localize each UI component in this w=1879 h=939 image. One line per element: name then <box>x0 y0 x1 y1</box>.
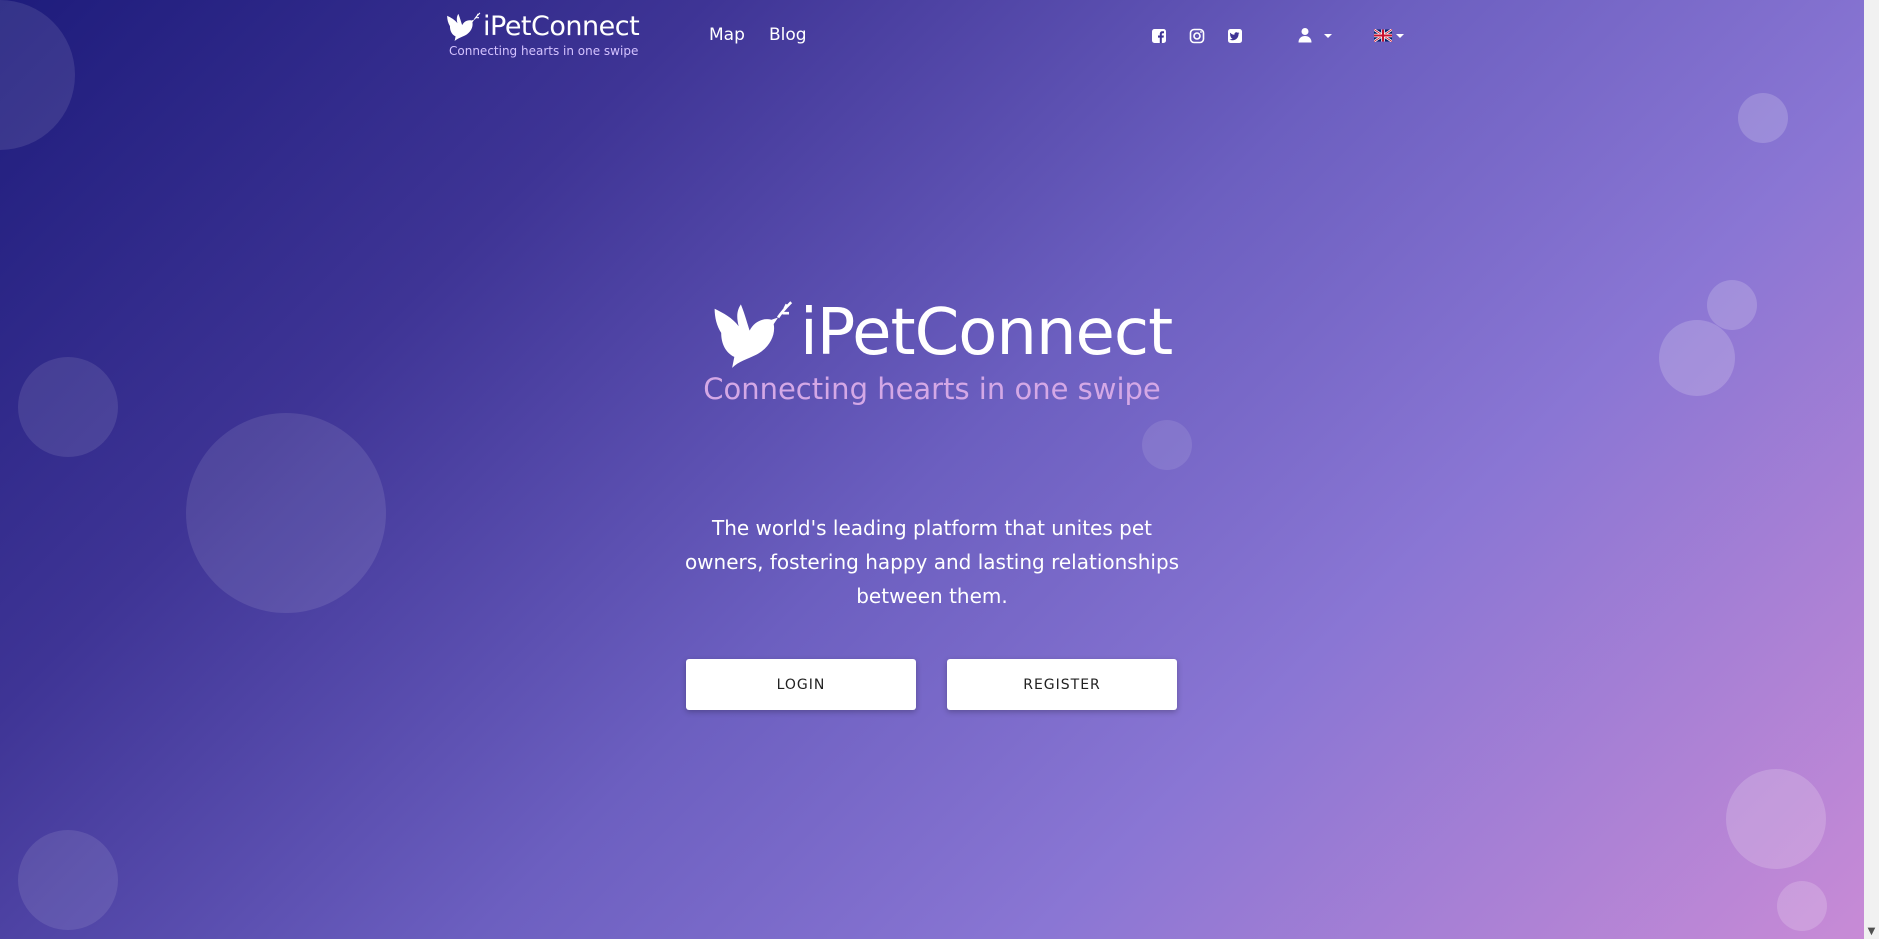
brand-home-link[interactable]: iPetConnect Connecting hearts in one swi… <box>445 10 645 60</box>
nav-link-map[interactable]: Map <box>709 25 745 45</box>
scrollbar-thumb[interactable] <box>1866 643 1877 923</box>
decorative-bubble <box>186 413 386 613</box>
navbar: iPetConnect Connecting hearts in one swi… <box>0 0 1864 70</box>
hero-tagline: Connecting hearts in one swipe <box>703 372 1161 406</box>
page-scrollbar[interactable]: ▼ <box>1864 0 1879 939</box>
landing-page: iPetConnect Connecting hearts in one swi… <box>0 0 1879 939</box>
facebook-icon <box>1152 29 1166 43</box>
brand-name: iPetConnect <box>483 11 640 42</box>
user-icon <box>1298 28 1312 43</box>
language-selector[interactable] <box>1372 27 1406 45</box>
decorative-bubble <box>1777 881 1827 931</box>
dove-icon <box>714 301 793 368</box>
instagram-icon <box>1189 28 1205 44</box>
register-button[interactable]: REGISTER <box>947 659 1177 710</box>
decorative-bubble <box>1142 420 1192 470</box>
decorative-bubble <box>18 830 118 930</box>
user-menu-dropdown[interactable] <box>1296 26 1336 46</box>
decorative-bubble <box>1738 93 1788 143</box>
login-button[interactable]: LOGIN <box>686 659 916 710</box>
hero-description: The world's leading platform that unites… <box>684 516 1180 608</box>
hero-title: iPetConnect <box>800 296 1173 370</box>
twitter-icon <box>1228 29 1242 43</box>
brand-tagline: Connecting hearts in one swipe <box>449 44 639 58</box>
uk-flag-icon <box>1374 29 1392 42</box>
decorative-bubble <box>1726 769 1826 869</box>
scroll-down-arrow-icon[interactable]: ▼ <box>1864 924 1879 939</box>
decorative-bubble <box>1707 280 1757 330</box>
dove-icon <box>447 12 481 42</box>
chevron-down-icon <box>1324 34 1332 38</box>
nav-link-blog[interactable]: Blog <box>769 25 807 45</box>
chevron-down-icon <box>1396 34 1404 38</box>
